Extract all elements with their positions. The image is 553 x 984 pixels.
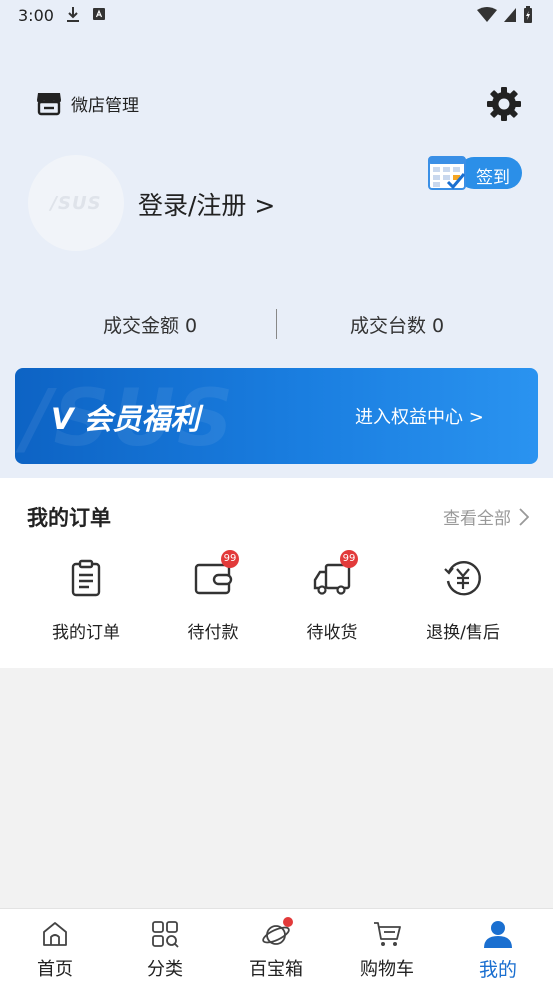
avatar-logo: /SUS	[50, 192, 102, 214]
order-item-label: 待收货	[306, 623, 358, 643]
status-bar: 3:00	[0, 0, 553, 32]
avatar[interactable]: /SUS	[28, 155, 124, 251]
wifi-icon	[477, 7, 497, 22]
user-icon	[484, 921, 512, 948]
order-item-all[interactable]: 我的订单	[31, 558, 141, 643]
download-icon	[67, 7, 79, 22]
order-item-label: 退换/售后	[426, 623, 500, 643]
order-item-pending-payment[interactable]: 99 待付款	[158, 550, 268, 643]
pending-payment-badge: 99	[221, 550, 239, 568]
keyboard-icon	[93, 8, 105, 20]
login-register-link[interactable]: 登录/注册 >	[138, 186, 275, 222]
toolbox-notification-dot	[283, 917, 293, 927]
nav-label: 首页	[37, 959, 73, 980]
gear-icon[interactable]	[486, 86, 522, 122]
shop-manage-label: 微店管理	[71, 95, 139, 116]
pending-receipt-badge: 99	[340, 550, 358, 568]
shop-manage-button[interactable]: 微店管理	[35, 89, 139, 117]
nav-item-category[interactable]: 分类	[110, 909, 220, 984]
status-time: 3:00	[18, 6, 54, 25]
nav-label: 分类	[147, 959, 183, 980]
vip-benefits-banner[interactable]: /SUS V 会员福利 进入权益中心 >	[15, 368, 538, 464]
signal-icon	[504, 8, 516, 22]
order-item-pending-receipt[interactable]: 99 待收货	[277, 550, 387, 643]
orders-card: 我的订单 查看全部 我的订单 99 待付款 99 待收货 退换/售后	[0, 478, 553, 668]
order-item-label: 待付款	[187, 623, 239, 643]
view-all-label: 查看全部	[443, 509, 511, 529]
cart-icon	[374, 922, 401, 946]
deal-count: 成交台数 0	[350, 315, 445, 337]
nav-label-active: 我的	[478, 959, 517, 981]
banner-title: V 会员福利	[51, 402, 200, 436]
nav-item-toolbox[interactable]: 百宝箱	[221, 909, 331, 984]
nav-item-home[interactable]: 首页	[0, 909, 110, 984]
bottom-nav: 首页 分类 百宝箱 购物车 我的	[0, 908, 553, 984]
clipboard-icon	[71, 559, 101, 597]
profile-header: 3:00 微店管理 /SUS 登录/注册 > 签到 成交金额 0 成交台数 0 …	[0, 0, 553, 478]
store-icon	[37, 93, 61, 116]
stats-divider	[276, 309, 277, 339]
deal-stats: 成交金额 0 成交台数 0	[0, 305, 553, 345]
nav-item-cart[interactable]: 购物车	[332, 909, 442, 984]
order-item-after-sales[interactable]: 退换/售后	[408, 558, 518, 643]
battery-icon	[524, 6, 532, 23]
chevron-right-icon	[519, 507, 529, 526]
nav-label: 购物车	[360, 959, 414, 980]
deal-amount: 成交金额 0	[103, 315, 198, 337]
category-grid-icon	[152, 921, 179, 948]
view-all-orders-link[interactable]: 查看全部	[443, 504, 529, 529]
order-item-label: 我的订单	[52, 623, 120, 643]
nav-item-mine[interactable]: 我的	[443, 909, 553, 984]
orders-title: 我的订单	[27, 506, 111, 530]
calendar-check-icon	[428, 156, 466, 190]
nav-label: 百宝箱	[249, 959, 303, 980]
yuan-refund-icon	[444, 561, 481, 596]
home-icon	[43, 922, 67, 946]
sign-in-label: 签到	[476, 168, 510, 188]
sign-in-button[interactable]: 签到	[428, 154, 524, 192]
benefits-center-link[interactable]: 进入权益中心 >	[355, 403, 484, 429]
